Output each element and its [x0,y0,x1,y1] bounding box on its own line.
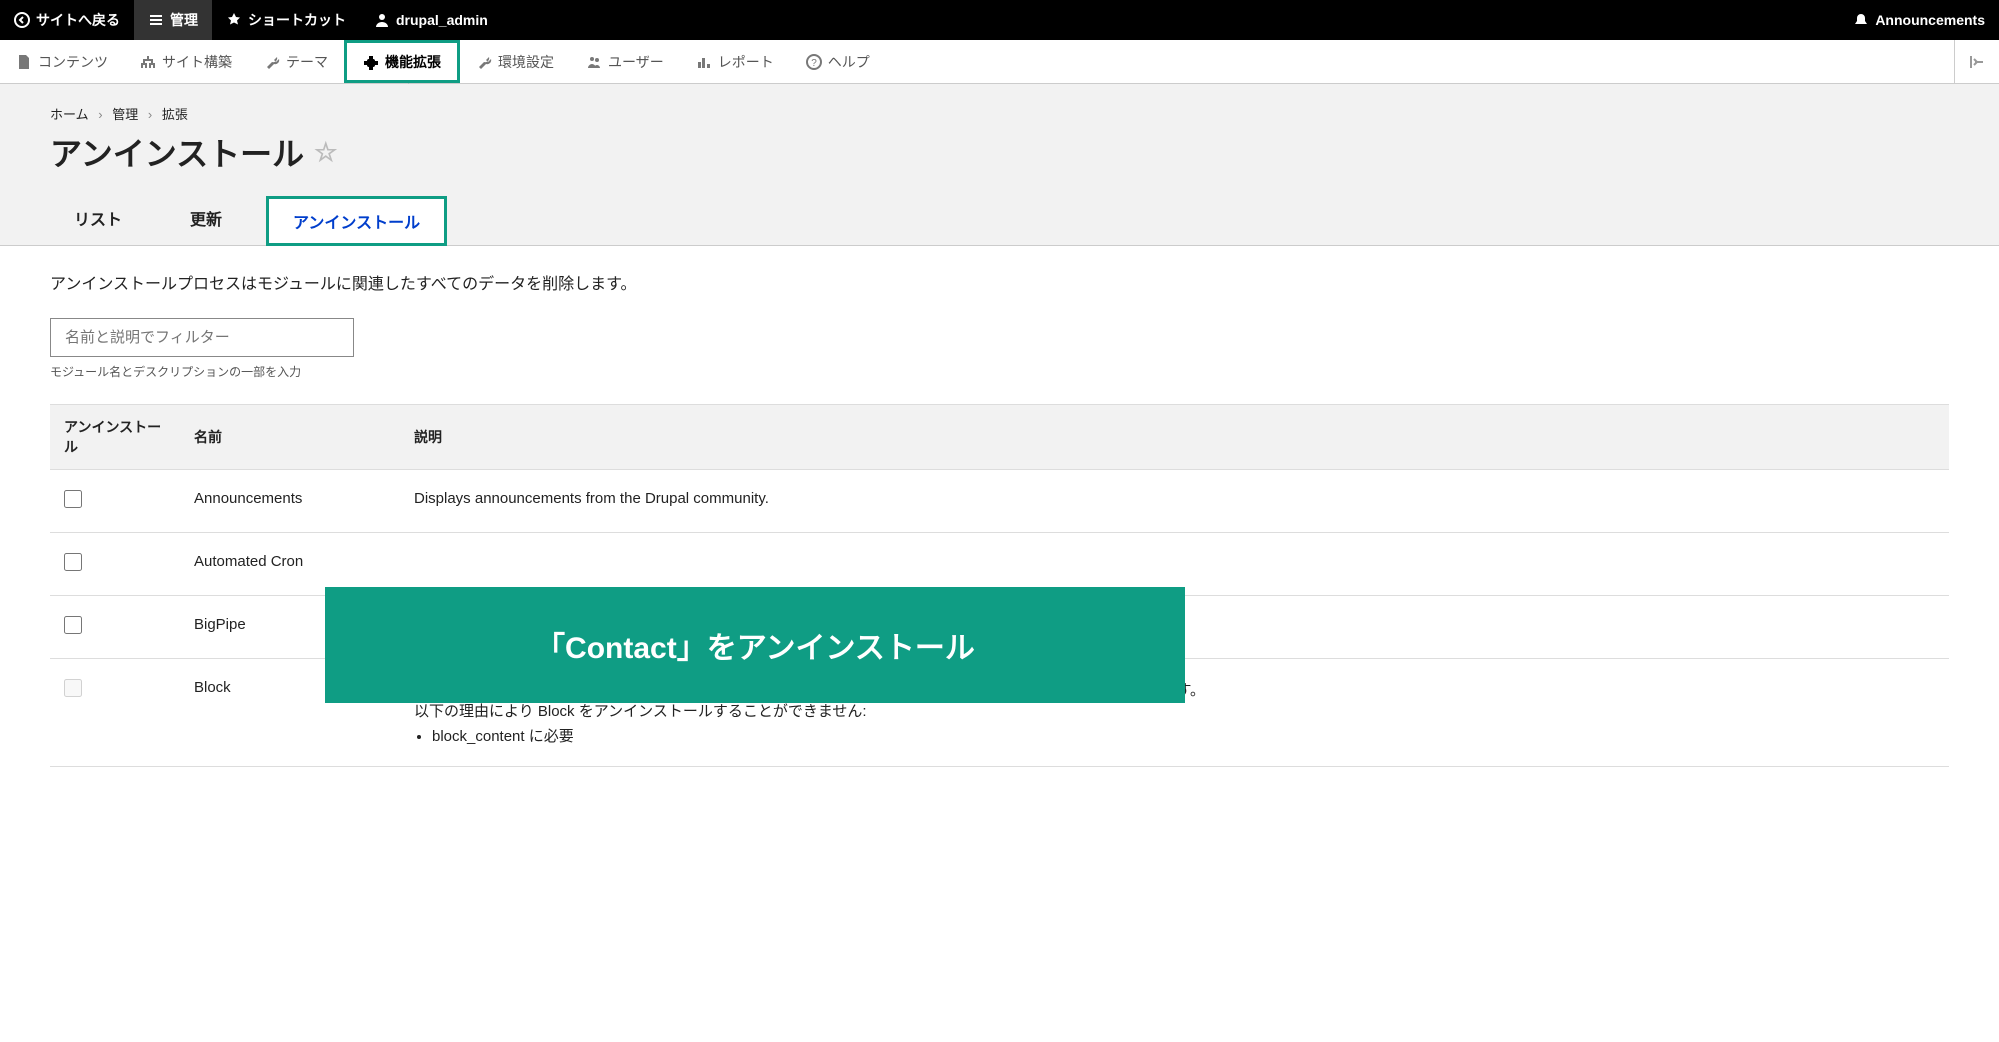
help-text: アンインストールプロセスはモジュールに関連したすべてのデータを削除します。 [50,270,1949,294]
filter-help: モジュール名とデスクリプションの一部を入力 [50,363,1949,380]
people-icon [586,54,602,70]
table-row: AnnouncementsDisplays announcements from… [50,470,1949,533]
uninstall-checkbox[interactable] [64,490,82,508]
breadcrumb-admin[interactable]: 管理 [112,107,138,122]
favorite-star-icon[interactable]: ☆ [314,137,337,168]
chevron-left-circle-icon [14,12,30,28]
page-title-row: アンインストール ☆ [50,129,1949,175]
modules-table: アンインストール 名前 説明 AnnouncementsDisplays ann… [50,404,1949,767]
tab-update[interactable]: 更新 [166,196,246,246]
uninstall-checkbox[interactable] [64,553,82,571]
structure-icon [140,54,156,70]
hamburger-icon [148,12,164,28]
nav-help[interactable]: ?ヘルプ [790,40,886,83]
wrench-icon [264,54,280,70]
annotation-overlay-banner: 「Contact」をアンインストール [325,587,1185,703]
th-uninstall: アンインストール [50,405,180,470]
module-desc: Displays announcements from the Drupal c… [400,470,1949,533]
toolbar-top: サイトへ戻る 管理 ショートカット drupal_admin Announcem… [0,0,1999,40]
announcements-link[interactable]: Announcements [1839,0,1999,40]
nav-config[interactable]: 環境設定 [460,40,570,83]
help-icon: ? [806,54,822,70]
svg-text:?: ? [811,58,817,69]
breadcrumb: ホーム › 管理 › 拡張 [50,104,1949,123]
toolbar-admin: コンテンツ サイト構築 テーマ 機能拡張 環境設定 ユーザー レポート ?ヘルプ [0,40,1999,84]
user-icon [374,12,390,28]
gear-icon [476,54,492,70]
uninstall-checkbox[interactable] [64,679,82,697]
nav-extend[interactable]: 機能拡張 [344,40,460,83]
breadcrumb-extend[interactable]: 拡張 [162,107,188,122]
shortcuts-link[interactable]: ショートカット [212,0,360,40]
toolbar-collapse-button[interactable] [1954,40,1999,83]
tabs: リスト 更新 アンインストール [50,195,1949,245]
bell-icon [1853,12,1869,28]
collapse-icon [1969,54,1985,70]
star-icon [226,12,242,28]
th-name: 名前 [180,405,400,470]
nav-appearance[interactable]: テーマ [248,40,344,83]
puzzle-icon [363,54,379,70]
nav-content[interactable]: コンテンツ [0,40,124,83]
nav-reports[interactable]: レポート [680,40,790,83]
nav-people[interactable]: ユーザー [570,40,680,83]
back-to-site-link[interactable]: サイトへ戻る [0,0,134,40]
chart-icon [696,54,712,70]
back-label: サイトへ戻る [36,10,120,30]
nav-structure[interactable]: サイト構築 [124,40,248,83]
manage-label: 管理 [170,10,198,30]
manage-toggle[interactable]: 管理 [134,0,212,40]
module-name: Announcements [180,470,400,533]
user-label: drupal_admin [396,12,488,28]
shortcuts-label: ショートカット [248,10,346,30]
tab-list[interactable]: リスト [50,196,146,246]
user-menu[interactable]: drupal_admin [360,0,502,40]
announcements-label: Announcements [1875,12,1985,28]
th-desc: 説明 [400,405,1949,470]
subheader: ホーム › 管理 › 拡張 アンインストール ☆ リスト 更新 アンインストール [0,84,1999,246]
file-icon [16,54,32,70]
filter-input[interactable] [50,318,354,357]
uninstall-checkbox[interactable] [64,616,82,634]
tab-uninstall[interactable]: アンインストール [266,196,447,246]
breadcrumb-home[interactable]: ホーム [50,107,89,122]
content: アンインストールプロセスはモジュールに関連したすべてのデータを削除します。 モジ… [0,246,1999,791]
page-title: アンインストール [50,129,304,175]
